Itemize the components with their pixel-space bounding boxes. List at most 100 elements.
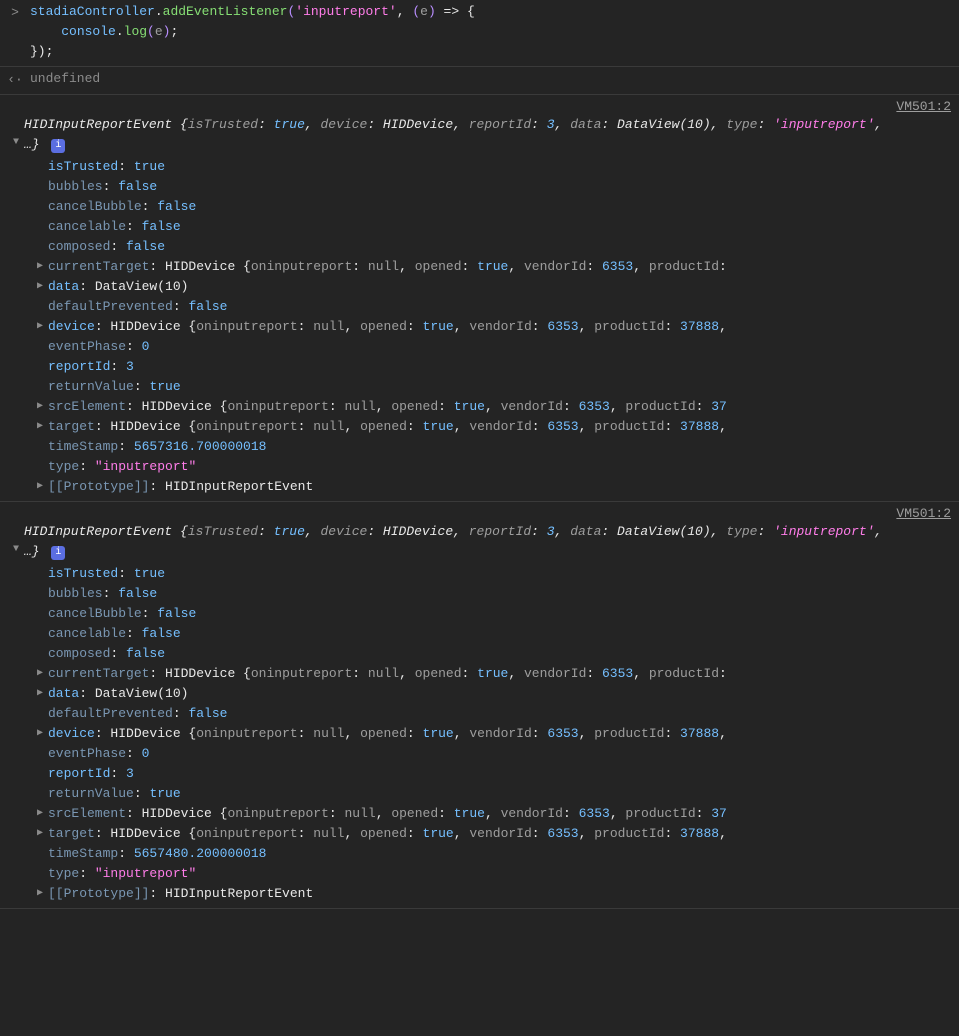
return-icon: ‹· <box>0 69 30 90</box>
object-summary[interactable]: HIDInputReportEvent {isTrusted: true, de… <box>24 97 904 155</box>
object-properties: isTrusted: truebubbles: falsecancelBubbl… <box>34 157 959 497</box>
expand-toggle[interactable]: ▼ <box>13 137 19 148</box>
property-value: 0 <box>142 339 150 354</box>
property-key: reportId <box>48 359 110 374</box>
property-value: true <box>149 379 180 394</box>
property-value: DataView(10) <box>95 279 189 294</box>
property-row: returnValue: true <box>34 377 959 397</box>
property-value: true <box>134 159 165 174</box>
expand-icon[interactable]: ▶ <box>34 884 46 904</box>
property-row[interactable]: ▶currentTarget: HIDDevice {oninputreport… <box>34 257 959 277</box>
return-value: undefined <box>30 69 959 90</box>
property-row[interactable]: ▶srcElement: HIDDevice {oninputreport: n… <box>34 804 959 824</box>
property-value: "inputreport" <box>95 459 196 474</box>
property-row: reportId: 3 <box>34 357 959 377</box>
expand-icon[interactable]: ▶ <box>34 724 46 744</box>
console-log-entry: VM501:2 ▼ HIDInputReportEvent {isTrusted: … <box>0 502 959 909</box>
property-value: HIDDevice {oninputreport: null, opened: … <box>142 399 727 414</box>
property-row[interactable]: ▶srcElement: HIDDevice {oninputreport: n… <box>34 397 959 417</box>
property-key: target <box>48 826 95 841</box>
property-key: bubbles <box>48 179 103 194</box>
console-input-row: > stadiaController.addEventListener('inp… <box>0 0 959 67</box>
property-row: cancelBubble: false <box>34 604 959 624</box>
property-key: data <box>48 686 79 701</box>
property-key: returnValue <box>48 786 134 801</box>
code-param: e <box>420 4 428 19</box>
property-key: data <box>48 279 79 294</box>
property-value: HIDInputReportEvent <box>165 479 313 494</box>
property-value: false <box>188 706 227 721</box>
source-link[interactable]: VM501:2 <box>896 504 951 524</box>
expand-toggle[interactable]: ▼ <box>13 544 19 555</box>
property-value: HIDDevice {oninputreport: null, opened: … <box>165 259 727 274</box>
console-return-row: ‹· undefined <box>0 67 959 95</box>
prompt-icon: > <box>0 2 30 62</box>
property-value: HIDDevice {oninputreport: null, opened: … <box>110 826 726 841</box>
property-row[interactable]: ▶data: DataView(10) <box>34 277 959 297</box>
code-object: stadiaController <box>30 4 155 19</box>
property-row: type: "inputreport" <box>34 864 959 884</box>
info-icon[interactable]: i <box>51 546 65 560</box>
property-row[interactable]: ▶[[Prototype]]: HIDInputReportEvent <box>34 477 959 497</box>
property-value: true <box>134 566 165 581</box>
property-row: composed: false <box>34 237 959 257</box>
property-value: "inputreport" <box>95 866 196 881</box>
property-value: 3 <box>126 359 134 374</box>
property-row[interactable]: ▶device: HIDDevice {oninputreport: null,… <box>34 724 959 744</box>
property-key: [[Prototype]] <box>48 479 149 494</box>
property-value: HIDDevice {oninputreport: null, opened: … <box>142 806 727 821</box>
property-value: false <box>142 626 181 641</box>
property-row[interactable]: ▶target: HIDDevice {oninputreport: null,… <box>34 417 959 437</box>
property-row: type: "inputreport" <box>34 457 959 477</box>
property-key: cancelable <box>48 626 126 641</box>
property-value: false <box>126 646 165 661</box>
property-key: eventPhase <box>48 746 126 761</box>
property-key: bubbles <box>48 586 103 601</box>
property-row[interactable]: ▶target: HIDDevice {oninputreport: null,… <box>34 824 959 844</box>
property-value: HIDDevice {oninputreport: null, opened: … <box>165 666 727 681</box>
property-row: timeStamp: 5657316.700000018 <box>34 437 959 457</box>
property-key: isTrusted <box>48 566 118 581</box>
expand-icon[interactable]: ▶ <box>34 477 46 497</box>
property-row[interactable]: ▶data: DataView(10) <box>34 684 959 704</box>
property-row: cancelable: false <box>34 217 959 237</box>
property-row[interactable]: ▶currentTarget: HIDDevice {oninputreport… <box>34 664 959 684</box>
code-method: addEventListener <box>163 4 288 19</box>
property-row: reportId: 3 <box>34 764 959 784</box>
property-value: HIDDevice {oninputreport: null, opened: … <box>110 419 726 434</box>
info-icon[interactable]: i <box>51 139 65 153</box>
property-value: false <box>157 199 196 214</box>
property-key: device <box>48 726 95 741</box>
property-key: timeStamp <box>48 846 118 861</box>
property-key: composed <box>48 646 110 661</box>
expand-icon[interactable]: ▶ <box>34 804 46 824</box>
expand-icon[interactable]: ▶ <box>34 824 46 844</box>
property-key: device <box>48 319 95 334</box>
property-row: isTrusted: true <box>34 564 959 584</box>
property-row[interactable]: ▶[[Prototype]]: HIDInputReportEvent <box>34 884 959 904</box>
property-value: 5657316.700000018 <box>134 439 267 454</box>
expand-icon[interactable]: ▶ <box>34 317 46 337</box>
property-key: returnValue <box>48 379 134 394</box>
property-row: composed: false <box>34 644 959 664</box>
expand-icon[interactable]: ▶ <box>34 664 46 684</box>
object-summary[interactable]: HIDInputReportEvent {isTrusted: true, de… <box>24 504 904 562</box>
property-row: bubbles: false <box>34 177 959 197</box>
expand-icon[interactable]: ▶ <box>34 684 46 704</box>
property-value: false <box>142 219 181 234</box>
expand-icon[interactable]: ▶ <box>34 257 46 277</box>
expand-icon[interactable]: ▶ <box>34 397 46 417</box>
property-value: false <box>188 299 227 314</box>
property-row[interactable]: ▶device: HIDDevice {oninputreport: null,… <box>34 317 959 337</box>
source-link[interactable]: VM501:2 <box>896 97 951 117</box>
property-value: false <box>118 586 157 601</box>
property-value: false <box>157 606 196 621</box>
expand-icon[interactable]: ▶ <box>34 277 46 297</box>
property-row: eventPhase: 0 <box>34 337 959 357</box>
property-key: cancelable <box>48 219 126 234</box>
console-input-code[interactable]: stadiaController.addEventListener('input… <box>30 2 959 62</box>
console-log-entry: VM501:2 ▼ HIDInputReportEvent {isTrusted: … <box>0 95 959 502</box>
property-key: target <box>48 419 95 434</box>
expand-icon[interactable]: ▶ <box>34 417 46 437</box>
property-key: cancelBubble <box>48 199 142 214</box>
